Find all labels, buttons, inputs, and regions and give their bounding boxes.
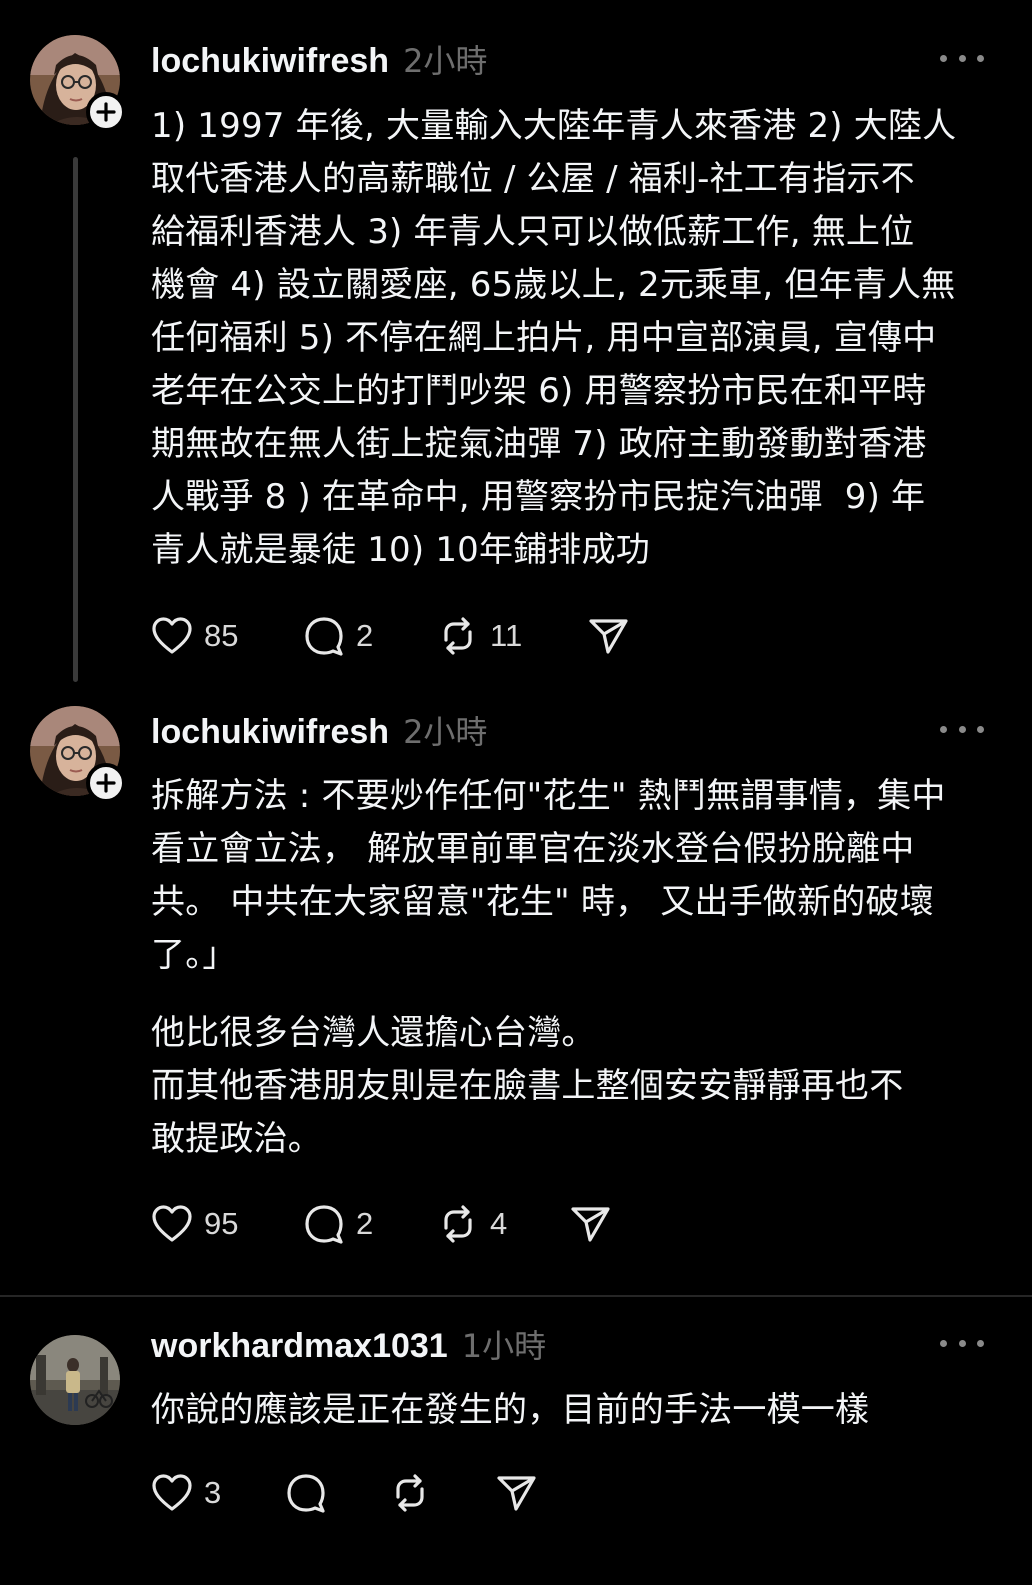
username[interactable]: lochukiwifresh bbox=[151, 713, 389, 752]
heart-icon bbox=[152, 1205, 192, 1242]
like-button[interactable]: 95 bbox=[150, 1202, 238, 1246]
repost-button[interactable]: 4 bbox=[436, 1202, 507, 1246]
send-icon bbox=[589, 619, 628, 654]
avatar[interactable] bbox=[30, 1335, 120, 1425]
post-time: 2小時 bbox=[403, 42, 488, 80]
heart-icon bbox=[152, 1474, 192, 1511]
share-button[interactable] bbox=[494, 1471, 538, 1515]
post-actions: 3 bbox=[150, 1471, 570, 1515]
like-count: 3 bbox=[204, 1475, 222, 1510]
thread-post: lochukiwifresh 2小時 1) 1997 年後, 大量輸入大陸年青人… bbox=[0, 0, 1032, 690]
post-header: lochukiwifresh 2小時 bbox=[151, 36, 487, 86]
like-count: 95 bbox=[204, 1206, 239, 1241]
repost-icon bbox=[444, 617, 472, 655]
comment-icon bbox=[287, 1474, 325, 1513]
reply-button[interactable]: 2 bbox=[302, 1202, 373, 1246]
share-button[interactable] bbox=[568, 1202, 612, 1246]
comment-icon bbox=[305, 617, 343, 656]
post-header: lochukiwifresh 2小時 bbox=[151, 707, 487, 757]
send-icon bbox=[497, 1476, 536, 1511]
reply-count: 2 bbox=[356, 1206, 374, 1241]
post-time: 1小時 bbox=[461, 1327, 547, 1365]
follow-button[interactable] bbox=[86, 92, 126, 132]
repost-button[interactable]: 11 bbox=[436, 614, 522, 658]
send-icon bbox=[571, 1207, 610, 1242]
repost-button[interactable] bbox=[388, 1471, 432, 1515]
thread-connector-line bbox=[73, 157, 78, 682]
post-header: workhardmax1031 1小時 bbox=[151, 1321, 546, 1371]
heart-icon bbox=[152, 617, 192, 654]
post-text: 你說的應該是正在發生的，目前的手法一模一樣 bbox=[151, 1390, 870, 1430]
post-text-paragraph: 他比很多台灣人還擔心台灣。 而其他香港朋友則是在臉書上整個安安靜靜再也不 敢提政… bbox=[151, 1013, 904, 1159]
more-options-icon[interactable] bbox=[940, 719, 984, 739]
like-count: 85 bbox=[204, 618, 239, 653]
repost-count: 11 bbox=[490, 618, 523, 653]
comment-icon bbox=[305, 1205, 343, 1244]
username[interactable]: lochukiwifresh bbox=[151, 42, 389, 81]
more-options-icon[interactable] bbox=[940, 1333, 984, 1353]
like-button[interactable]: 3 bbox=[150, 1471, 221, 1515]
share-button[interactable] bbox=[586, 614, 630, 658]
post-text: 拆解方法 : 不要炒作任何"花生" 熱鬥無謂事情，集中 看立會立法， 解放軍前軍… bbox=[151, 776, 946, 975]
repost-icon bbox=[444, 1205, 472, 1243]
repost-icon bbox=[396, 1474, 424, 1512]
reply-button[interactable]: 2 bbox=[302, 614, 373, 658]
thread-post: lochukiwifresh 2小時 拆解方法 : 不要炒作任何"花生" 熱鬥無… bbox=[0, 690, 1032, 1295]
post-time: 2小時 bbox=[403, 713, 488, 751]
thread-post: workhardmax1031 1小時 你說的應該是正在發生的，目前的手法一模一… bbox=[0, 1296, 1032, 1585]
reply-count: 2 bbox=[356, 618, 374, 653]
like-button[interactable]: 85 bbox=[150, 614, 238, 658]
repost-count: 4 bbox=[490, 1206, 508, 1241]
more-options-icon[interactable] bbox=[940, 48, 984, 68]
plus-icon bbox=[96, 773, 116, 793]
post-actions: 85 2 11 bbox=[150, 614, 650, 658]
reply-button[interactable] bbox=[284, 1471, 328, 1515]
post-actions: 95 2 4 bbox=[150, 1202, 630, 1246]
username[interactable]: workhardmax1031 bbox=[151, 1327, 448, 1366]
plus-icon bbox=[96, 102, 116, 122]
post-text: 1) 1997 年後, 大量輸入大陸年青人來香港 2) 大陸人 取代香港人的高薪… bbox=[151, 106, 957, 570]
follow-button[interactable] bbox=[86, 763, 126, 803]
